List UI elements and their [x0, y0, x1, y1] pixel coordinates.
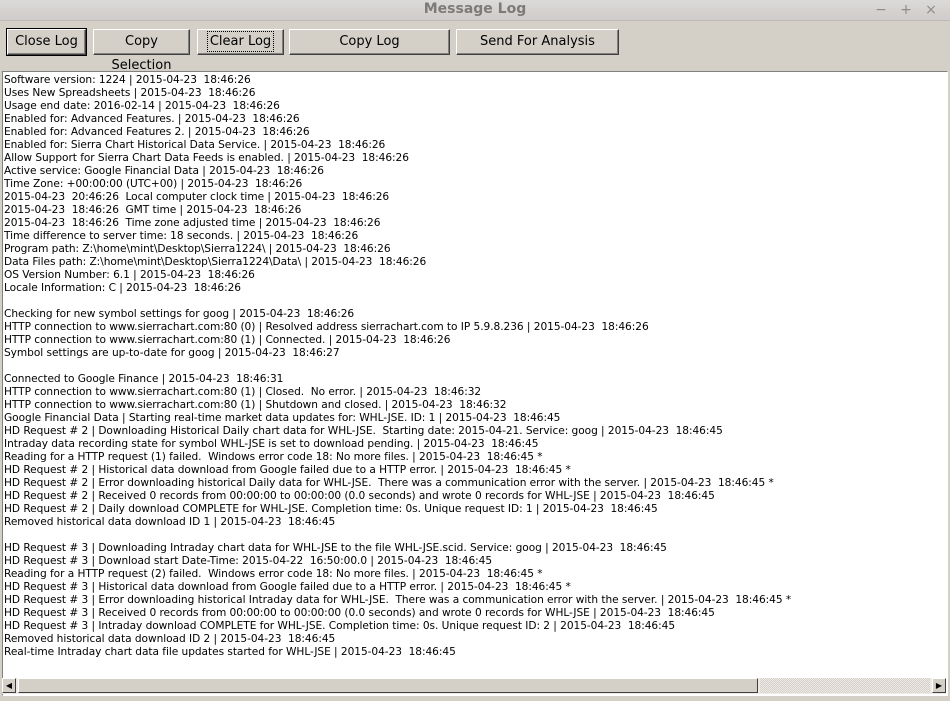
- message-log-window: Message Log − + × Close Log Copy Selecti…: [0, 0, 950, 701]
- log-line: Symbol settings are up-to-date for goog …: [4, 347, 340, 359]
- scrollbar-track[interactable]: [760, 678, 930, 693]
- log-line: HD Request # 2 | Downloading Historical …: [4, 425, 723, 437]
- log-blank-line: [4, 529, 944, 542]
- log-line: Reading for a HTTP request (2) failed. W…: [4, 568, 543, 580]
- minimize-icon[interactable]: −: [872, 1, 890, 19]
- log-line: HD Request # 3 | Received 0 records from…: [4, 607, 715, 619]
- log-line: 2015-04-23 18:46:26 Time zone adjusted t…: [4, 217, 381, 229]
- log-line: Locale Information: C | 2015-04-23 18:46…: [4, 282, 241, 294]
- copy-selection-button-label: Copy Selection: [111, 34, 172, 73]
- log-line: Enabled for: Sierra Chart Historical Dat…: [4, 139, 386, 151]
- log-line: Software version: 1224 | 2015-04-23 18:4…: [4, 74, 251, 86]
- log-content[interactable]: Software version: 1224 | 2015-04-23 18:4…: [4, 74, 944, 678]
- log-line: Intraday data recording state for symbol…: [4, 438, 539, 450]
- log-line: HD Request # 3 | Downloading Intraday ch…: [4, 542, 667, 554]
- log-line: Removed historical data download ID 1 | …: [4, 516, 336, 528]
- log-line: HTTP connection to www.sierrachart.com:8…: [4, 321, 649, 333]
- send-for-analysis-button-label: Send For Analysis: [480, 34, 595, 49]
- log-line: Google Financial Data | Starting real-ti…: [4, 412, 561, 424]
- log-line: HD Request # 2 | Error downloading histo…: [4, 477, 774, 489]
- log-line: Removed historical data download ID 2 | …: [4, 633, 336, 645]
- log-line: Time difference to server time: 18 secon…: [4, 230, 359, 242]
- window-title: Message Log: [423, 1, 527, 17]
- log-line: Reading for a HTTP request (1) failed. W…: [4, 451, 543, 463]
- copy-selection-button[interactable]: Copy Selection: [93, 29, 190, 73]
- log-line: Usage end date: 2016-02-14 | 2015-04-23 …: [4, 100, 280, 112]
- log-line: OS Version Number: 6.1 | 2015-04-23 18:4…: [4, 269, 255, 281]
- log-blank-line: [4, 295, 944, 308]
- maximize-icon[interactable]: +: [897, 1, 915, 19]
- copy-log-button-label: Copy Log: [339, 34, 400, 49]
- log-line: Data Files path: Z:\home\mint\Desktop\Si…: [4, 256, 427, 268]
- log-line: Allow Support for Sierra Chart Data Feed…: [4, 152, 409, 164]
- log-line: HTTP connection to www.sierrachart.com:8…: [4, 399, 507, 411]
- clear-log-button-label: Clear Log: [206, 31, 275, 52]
- close-icon[interactable]: ×: [922, 1, 940, 19]
- copy-log-button[interactable]: Copy Log: [289, 29, 450, 55]
- close-log-button-label: Close Log: [15, 34, 78, 49]
- log-line: HD Request # 3 | Error downloading histo…: [4, 594, 792, 606]
- log-line: Checking for new symbol settings for goo…: [4, 308, 355, 320]
- log-line: Real-time Intraday chart data file updat…: [4, 646, 456, 658]
- message-log-textbox[interactable]: Software version: 1224 | 2015-04-23 18:4…: [2, 71, 948, 696]
- log-line: Enabled for: Advanced Features. | 2015-0…: [4, 113, 300, 125]
- log-line: HTTP connection to www.sierrachart.com:8…: [4, 386, 482, 398]
- close-log-button[interactable]: Close Log: [6, 28, 87, 56]
- log-line: Enabled for: Advanced Features 2. | 2015…: [4, 126, 310, 138]
- log-line: HTTP connection to www.sierrachart.com:8…: [4, 334, 451, 346]
- clear-log-button[interactable]: Clear Log: [197, 29, 284, 55]
- log-line: HD Request # 2 | Daily download COMPLETE…: [4, 503, 658, 515]
- send-for-analysis-button[interactable]: Send For Analysis: [456, 29, 619, 55]
- scroll-right-arrow-icon[interactable]: ▶: [932, 678, 946, 693]
- log-line: HD Request # 2 | Received 0 records from…: [4, 490, 715, 502]
- log-line: Uses New Spreadsheets | 2015-04-23 18:46…: [4, 87, 256, 99]
- scroll-left-arrow-icon[interactable]: ◀: [2, 678, 16, 693]
- log-blank-line: [4, 360, 944, 373]
- horizontal-scrollbar[interactable]: ◀ ▶: [2, 678, 946, 694]
- title-bar[interactable]: Message Log − + ×: [0, 0, 950, 21]
- log-line: Program path: Z:\home\mint\Desktop\Sierr…: [4, 243, 391, 255]
- log-line: Active service: Google Financial Data | …: [4, 165, 324, 177]
- log-line: HD Request # 3 | Download start Date-Tim…: [4, 555, 493, 567]
- log-line: HD Request # 3 | Intraday download COMPL…: [4, 620, 676, 632]
- toolbar: Close Log Copy Selection Clear Log Copy …: [0, 21, 950, 73]
- log-line: Time Zone: +00:00:00 (UTC+00) | 2015-04-…: [4, 178, 303, 190]
- log-line: HD Request # 2 | Historical data downloa…: [4, 464, 571, 476]
- log-line: Connected to Google Finance | 2015-04-23…: [4, 373, 284, 385]
- log-line: 2015-04-23 18:46:26 GMT time | 2015-04-2…: [4, 204, 302, 216]
- log-line: 2015-04-23 20:46:26 Local computer clock…: [4, 191, 390, 203]
- scrollbar-thumb[interactable]: [18, 678, 758, 693]
- log-line: HD Request # 3 | Historical data downloa…: [4, 581, 571, 593]
